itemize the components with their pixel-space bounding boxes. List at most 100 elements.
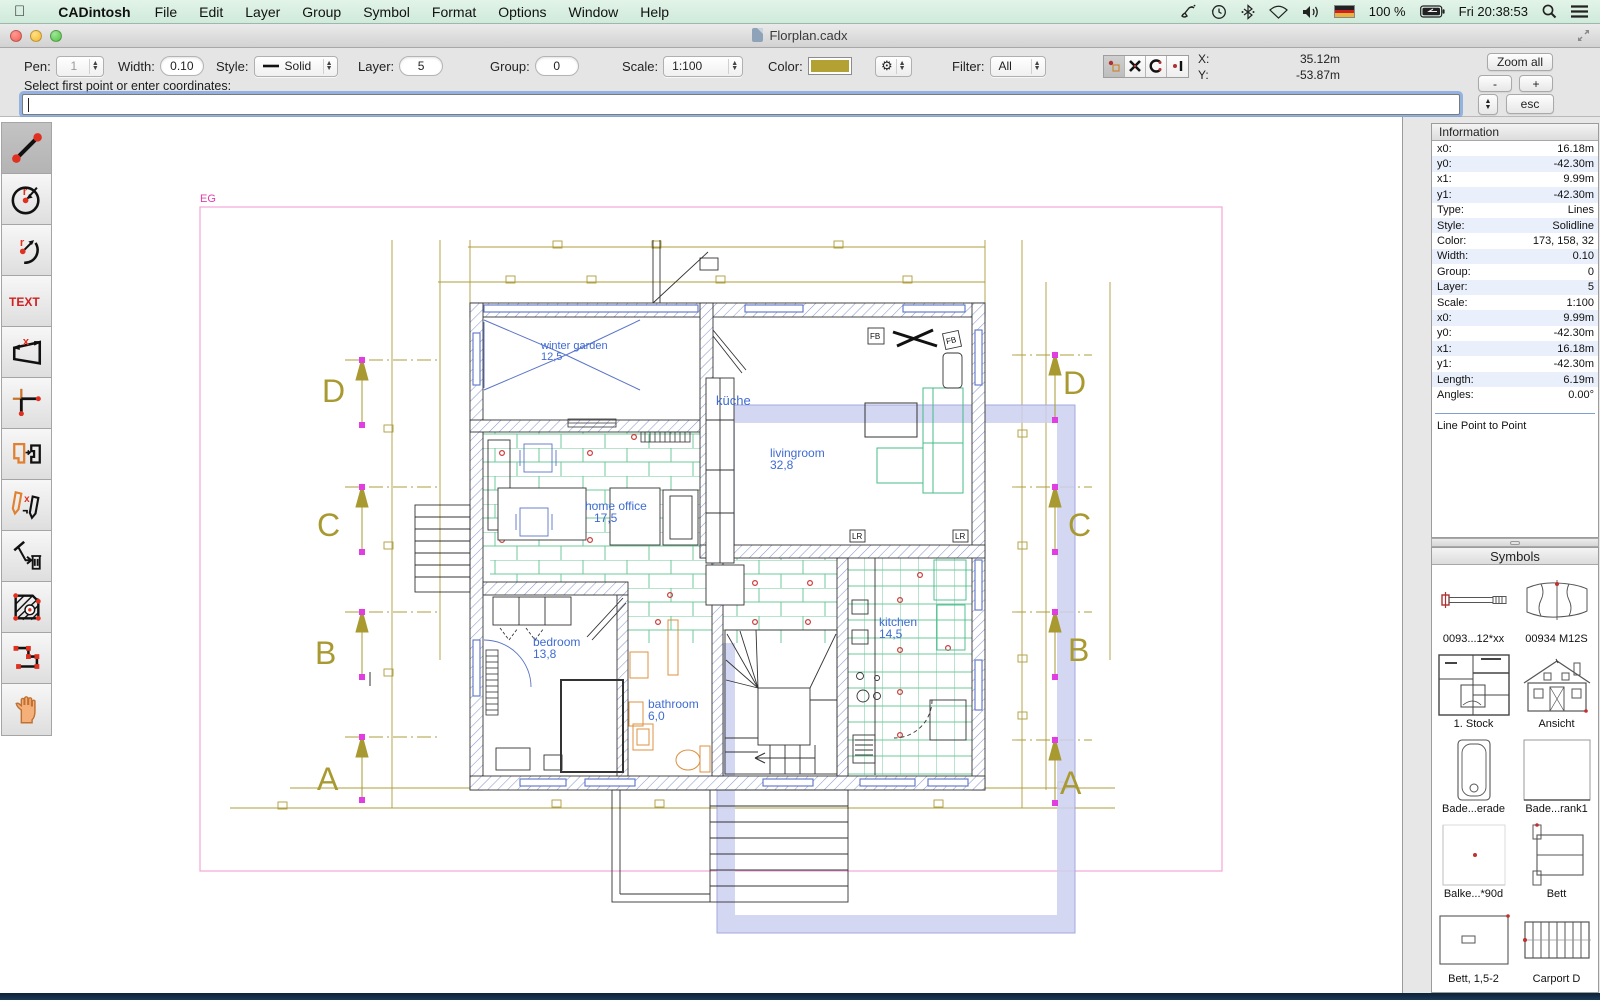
symbol-preview-bed — [1518, 822, 1596, 888]
window-title-bar[interactable]: Florplan.cadx — [0, 24, 1600, 48]
menu-options[interactable]: Options — [487, 0, 557, 24]
filter-select[interactable]: All ▲ ▼ — [989, 55, 1046, 77]
settings-gear-button[interactable]: ⚙ ▲ ▼ — [875, 55, 912, 77]
symbol-preview-bathtub — [1435, 737, 1513, 803]
pen-stepper-field[interactable]: 1 ▲ ▼ — [55, 55, 104, 77]
battery-icon[interactable] — [1419, 5, 1445, 18]
fullscreen-icon[interactable] — [1576, 28, 1592, 44]
grid-letter: B — [1068, 632, 1089, 668]
symbol-label: 0093...12*xx — [1442, 633, 1505, 645]
symbol-item[interactable]: Bett — [1515, 822, 1598, 907]
dock-edge — [0, 993, 1600, 1000]
info-row: Layer: 5 — [1432, 279, 1598, 295]
snap-cross-tool[interactable] — [2, 378, 51, 429]
volume-icon[interactable] — [1302, 5, 1320, 19]
hatch-tool[interactable] — [2, 582, 51, 633]
copy-object-tool[interactable] — [2, 429, 51, 480]
grid-letter: C — [1068, 507, 1091, 543]
symbol-item[interactable]: Balke...*90d — [1432, 822, 1515, 907]
information-rows: x0: 16.18m y0: -42.30m x1: 9.99m y1: -42.30m… — [1432, 141, 1598, 403]
grid-letter: A — [1060, 765, 1082, 801]
information-panel-header[interactable]: Information — [1432, 124, 1598, 141]
group-label: Group: — [490, 58, 530, 74]
info-row: y0: -42.30m — [1437, 327, 1594, 340]
polyline-tool[interactable] — [2, 633, 51, 684]
snap-intersection-toggle[interactable] — [1125, 55, 1146, 77]
text-tool[interactable]: TEXT — [2, 276, 51, 327]
input-stepper[interactable]: ▲ ▼ — [1478, 94, 1498, 115]
menu-symbol[interactable]: Symbol — [352, 0, 421, 24]
line-tool[interactable] — [2, 123, 51, 174]
color-swatch[interactable] — [807, 57, 852, 75]
zoom-all-button[interactable]: Zoom all — [1487, 53, 1553, 71]
symbols-panel-header[interactable]: Symbols — [1432, 548, 1598, 565]
symbol-item[interactable]: 1. Stock — [1432, 652, 1515, 737]
menu-app[interactable]: CADintosh — [45, 0, 143, 24]
point-markers — [359, 357, 365, 803]
scale-select[interactable]: 1:100 ▲ ▼ — [663, 55, 744, 77]
notification-center-icon[interactable] — [1571, 5, 1588, 18]
arc-tool[interactable]: r — [2, 225, 51, 276]
filter-label: Filter: — [952, 58, 985, 74]
phone-icon[interactable] — [1180, 4, 1197, 19]
width-field[interactable]: 0.10 — [159, 56, 204, 76]
symbol-item[interactable]: Ansicht — [1515, 652, 1598, 737]
info-row: Type: Lines — [1437, 204, 1594, 217]
menu-layer[interactable]: Layer — [234, 0, 291, 24]
menu-format[interactable]: Format — [421, 0, 487, 24]
zoom-out-button[interactable]: - — [1478, 75, 1512, 92]
symbol-item[interactable]: 00934 M12S — [1515, 567, 1598, 652]
bluetooth-icon[interactable] — [1241, 3, 1255, 20]
svg-text:LR: LR — [852, 532, 862, 541]
menubar-clock[interactable]: Fri 20:38:53 — [1459, 4, 1528, 19]
symbol-preview-floorplan — [1435, 652, 1513, 718]
symbol-item[interactable]: Bade...erade — [1432, 737, 1515, 822]
symbol-item[interactable]: Carport D — [1515, 907, 1598, 992]
menu-file[interactable]: File — [144, 0, 189, 24]
menu-help[interactable]: Help — [629, 0, 680, 24]
time-machine-icon[interactable] — [1211, 4, 1227, 20]
symbol-item[interactable]: Bett, 1,5-2 — [1432, 907, 1515, 992]
style-select[interactable]: Solid ▲ ▼ — [253, 55, 338, 77]
info-row: Angles: 0.00° — [1437, 388, 1594, 401]
room-area-livingroom: 32,8 — [770, 458, 794, 472]
spotlight-icon[interactable] — [1542, 4, 1557, 19]
layer-field[interactable]: 5 — [399, 56, 444, 76]
snap-center-toggle[interactable] — [1146, 55, 1167, 77]
grid-letter: C — [317, 507, 340, 543]
coordinate-input[interactable] — [22, 94, 1460, 115]
keyboard-layout-flag-de[interactable] — [1333, 5, 1355, 18]
delete-tool[interactable] — [2, 531, 51, 582]
menu-window[interactable]: Window — [558, 0, 630, 24]
drawing-canvas[interactable]: EG FB FB LR LR D C B A D C B A winter ga… — [0, 117, 1402, 993]
symbol-label: Ansicht — [1538, 718, 1575, 730]
pan-tool[interactable] — [2, 684, 51, 735]
panel-splitter[interactable] — [1431, 538, 1599, 547]
info-row: Style: Solidline — [1432, 217, 1598, 234]
menu-edit[interactable]: Edit — [188, 0, 234, 24]
menu-group[interactable]: Group — [291, 0, 352, 24]
zoom-in-button[interactable]: + — [1519, 75, 1553, 92]
symbol-preview-carport — [1518, 907, 1596, 973]
copy-attributes-tool[interactable]: x — [2, 480, 51, 531]
circle-tool[interactable]: r — [2, 174, 51, 225]
snap-endpoint-toggle[interactable] — [1167, 55, 1188, 77]
entrance-canopy — [652, 240, 719, 304]
symbol-item[interactable]: Bade...rank1 — [1515, 737, 1598, 822]
group-field[interactable]: 0 — [534, 56, 579, 76]
wifi-icon[interactable] — [1268, 5, 1288, 19]
esc-button[interactable]: esc — [1506, 94, 1554, 114]
toolbar: Pen: 1 ▲ ▼ Width: 0.10 Style: Solid ▲ ▼ La… — [0, 48, 1600, 117]
snap-point-toggle[interactable] — [1104, 55, 1125, 77]
ladder-rungs — [486, 655, 498, 711]
dimension-tool[interactable]: x — [2, 327, 51, 378]
width-label: Width: — [118, 58, 155, 74]
apple-menu-icon[interactable]:  — [14, 3, 25, 20]
info-row: x0: 9.99m — [1432, 310, 1598, 326]
symbol-item[interactable]: 0093...12*xx — [1432, 567, 1515, 652]
active-tool-status: Line Point to Point — [1437, 419, 1527, 432]
svg-text:TEXT: TEXT — [9, 295, 40, 309]
battery-percent: 100 % — [1368, 4, 1406, 19]
section-grid-left: D C B A — [315, 356, 369, 803]
tool-palette: r r TEXT x x — [1, 122, 52, 736]
